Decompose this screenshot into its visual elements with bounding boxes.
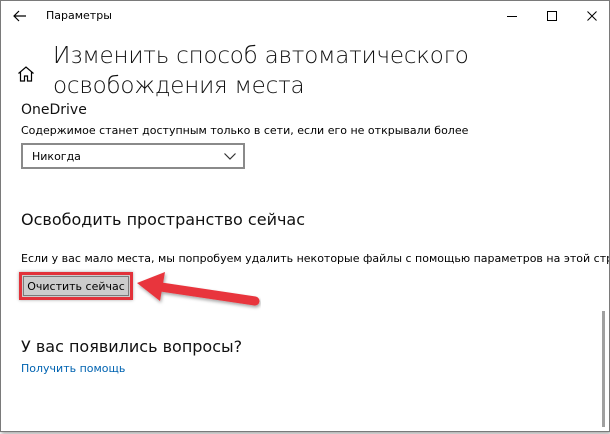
red-arrow-annotation: [137, 272, 260, 306]
chevron-down-icon: [224, 153, 236, 160]
clean-now-button-face[interactable]: Очистить сейчас: [23, 276, 129, 296]
dropdown-selected-value: Никогда: [32, 150, 81, 163]
onedrive-description: Содержимое станет доступным только в сет…: [21, 124, 469, 137]
get-help-link[interactable]: Получить помощь: [21, 362, 125, 375]
onedrive-section-title: OneDrive: [21, 102, 87, 118]
close-icon: [587, 11, 597, 21]
scrollbar[interactable]: [602, 311, 605, 427]
window-title: Параметры: [46, 9, 112, 22]
clean-now-button[interactable]: Очистить сейчас: [19, 272, 133, 300]
help-section-title: У вас появились вопросы?: [21, 337, 243, 356]
page-title: Изменить способ автоматического освобожд…: [53, 43, 469, 99]
title-bar: Параметры: [1, 1, 609, 31]
free-space-description: Если у вас мало места, мы попробуем удал…: [21, 252, 610, 265]
minimize-button[interactable]: [495, 1, 529, 31]
settings-window: Параметры Изменить способ автоматическог…: [0, 0, 610, 432]
arrow-left-icon: [13, 10, 26, 22]
home-button[interactable]: [16, 64, 36, 84]
home-icon: [18, 66, 34, 82]
maximize-icon: [547, 11, 557, 21]
close-button[interactable]: [575, 1, 609, 31]
free-space-section-title: Освободить пространство сейчас: [21, 210, 306, 229]
maximize-button[interactable]: [535, 1, 569, 31]
back-button[interactable]: [5, 3, 35, 29]
minimize-icon: [507, 16, 517, 17]
clean-now-button-label: Очистить сейчас: [27, 279, 125, 293]
onedrive-period-dropdown[interactable]: Никогда: [21, 143, 245, 169]
